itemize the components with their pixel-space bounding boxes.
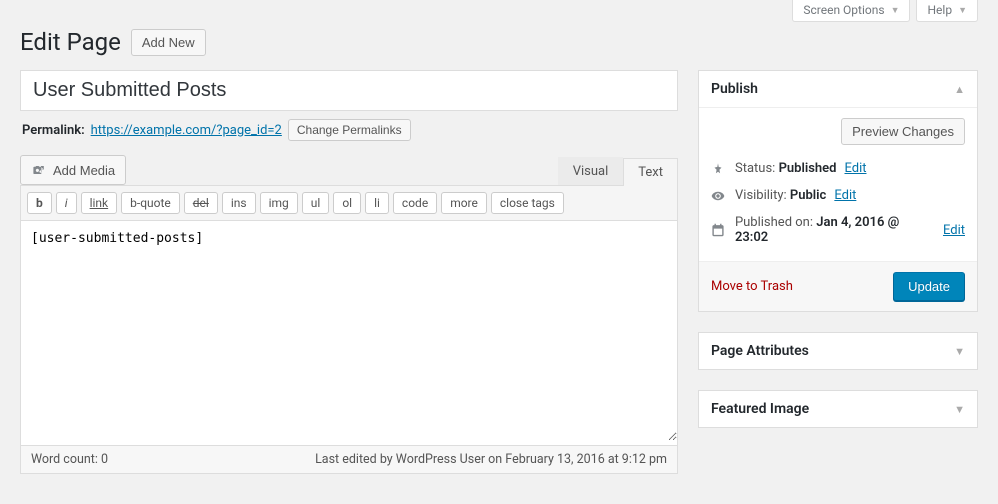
featured-image-box: Featured Image ▼ xyxy=(698,390,978,428)
permalink-row: Permalink: https://example.com/?page_id=… xyxy=(22,119,678,141)
last-edited: Last edited by WordPress User on Februar… xyxy=(315,452,667,467)
add-media-label: Add Media xyxy=(53,163,115,178)
chevron-down-icon: ▼ xyxy=(954,345,965,358)
publish-box-header[interactable]: Publish ▲ xyxy=(699,71,977,108)
add-media-button[interactable]: Add Media xyxy=(20,155,126,185)
chevron-down-icon: ▼ xyxy=(958,5,967,16)
qt-img[interactable]: img xyxy=(260,192,298,214)
qt-ol[interactable]: ol xyxy=(333,192,361,214)
visibility-line: Visibility: Public Edit xyxy=(711,182,965,209)
change-permalinks-button[interactable]: Change Permalinks xyxy=(288,119,411,141)
status-line: Status: Published Edit xyxy=(711,155,965,182)
featured-image-header[interactable]: Featured Image ▼ xyxy=(699,391,977,427)
qt-close-tags[interactable]: close tags xyxy=(491,192,564,214)
publish-box: Publish ▲ Preview Changes Status: Publis… xyxy=(698,70,978,312)
permalink-label: Permalink: xyxy=(22,123,85,138)
qt-bquote[interactable]: b-quote xyxy=(121,192,180,214)
help-label: Help xyxy=(927,3,952,17)
qt-link[interactable]: link xyxy=(81,192,118,214)
qt-li[interactable]: li xyxy=(365,192,389,214)
calendar-icon xyxy=(711,223,727,237)
screen-options-label: Screen Options xyxy=(803,3,884,17)
chevron-down-icon: ▼ xyxy=(954,403,965,416)
edit-status-link[interactable]: Edit xyxy=(844,161,866,176)
move-to-trash-link[interactable]: Move to Trash xyxy=(711,279,793,294)
editor-box: b i link b-quote del ins img ul ol li co… xyxy=(20,185,678,446)
chevron-down-icon: ▼ xyxy=(891,5,900,16)
pin-icon xyxy=(711,162,727,176)
add-new-button[interactable]: Add New xyxy=(131,29,206,56)
help-tab[interactable]: Help ▼ xyxy=(916,0,978,22)
permalink-url[interactable]: https://example.com/?page_id=2 xyxy=(91,123,282,138)
qt-i[interactable]: i xyxy=(56,192,77,214)
publish-box-title: Publish xyxy=(711,81,758,97)
editor-status-bar: Word count: 0 Last edited by WordPress U… xyxy=(20,446,678,474)
eye-icon xyxy=(711,189,727,203)
update-button[interactable]: Update xyxy=(893,272,965,301)
qt-ul[interactable]: ul xyxy=(302,192,330,214)
qt-ins[interactable]: ins xyxy=(222,192,256,214)
featured-image-title: Featured Image xyxy=(711,401,809,417)
quicktags-toolbar: b i link b-quote del ins img ul ol li co… xyxy=(21,186,677,221)
published-line: Published on: Jan 4, 2016 @ 23:02 Edit xyxy=(711,209,965,251)
chevron-up-icon: ▲ xyxy=(954,83,965,96)
edit-date-link[interactable]: Edit xyxy=(943,223,965,238)
edit-visibility-link[interactable]: Edit xyxy=(834,188,856,203)
qt-del[interactable]: del xyxy=(184,192,218,214)
qt-code[interactable]: code xyxy=(393,192,437,214)
content-textarea[interactable]: [user-submitted-posts] xyxy=(21,221,677,441)
page-attributes-box: Page Attributes ▼ xyxy=(698,332,978,370)
page-attributes-header[interactable]: Page Attributes ▼ xyxy=(699,333,977,369)
page-title: Edit Page xyxy=(20,28,121,56)
camera-music-icon xyxy=(31,162,47,178)
page-attributes-title: Page Attributes xyxy=(711,343,809,359)
preview-changes-button[interactable]: Preview Changes xyxy=(841,118,965,145)
qt-b[interactable]: b xyxy=(27,192,52,214)
tab-text[interactable]: Text xyxy=(623,158,678,186)
post-title-input[interactable] xyxy=(20,70,678,111)
tab-visual[interactable]: Visual xyxy=(558,157,624,185)
wordcount: Word count: 0 xyxy=(31,452,108,467)
qt-more[interactable]: more xyxy=(441,192,487,214)
screen-options-tab[interactable]: Screen Options ▼ xyxy=(792,0,910,22)
